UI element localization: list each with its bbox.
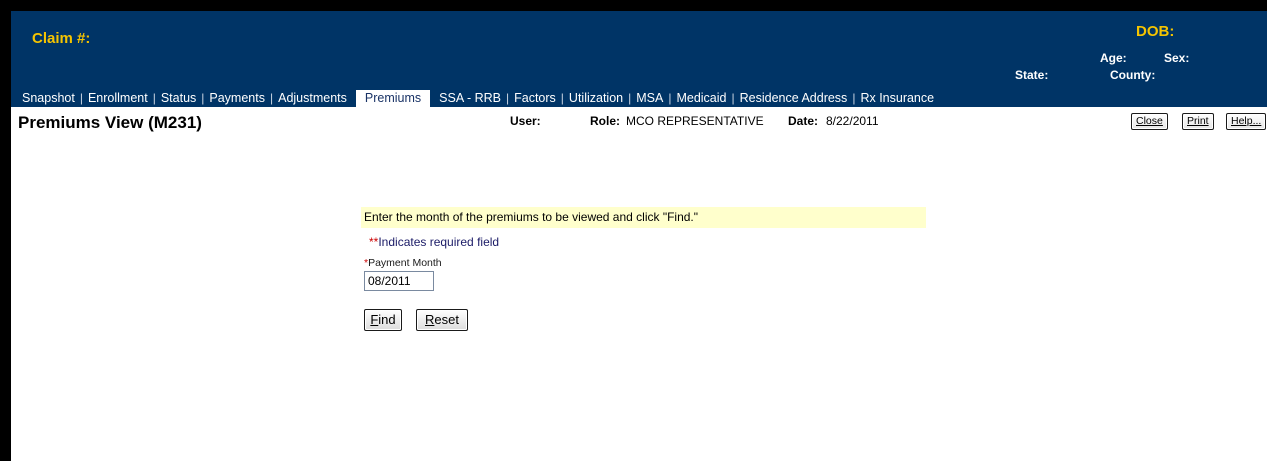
instruction-banner: Enter the month of the premiums to be vi…	[361, 207, 926, 228]
age-label: Age:	[1100, 51, 1127, 65]
date-label: Date:	[788, 114, 819, 128]
tab-enrollment[interactable]: Enrollment	[83, 90, 153, 107]
required-note-text: Indicates required field	[378, 235, 500, 249]
tab-premiums[interactable]: Premiums	[355, 90, 431, 107]
tab-utilization[interactable]: Utilization	[564, 90, 628, 107]
date-value: 8/22/2011	[826, 114, 879, 128]
dob-label: DOB:	[1136, 23, 1175, 40]
sex-label: Sex:	[1164, 51, 1190, 65]
find-button[interactable]: Find	[364, 309, 402, 331]
user-label: User:	[510, 114, 541, 128]
claim-label: Claim #:	[32, 30, 91, 47]
tab-status[interactable]: Status	[156, 90, 201, 107]
tab-snapshot[interactable]: Snapshot	[11, 90, 80, 107]
payment-month-label-text: Payment Month	[368, 257, 442, 269]
close-button-label: Close	[1136, 115, 1163, 127]
window-top-border	[0, 0, 1267, 11]
role-label: Role:	[590, 114, 620, 128]
help-button-label: Help...	[1231, 115, 1262, 127]
close-button[interactable]: Close	[1131, 113, 1168, 130]
payment-month-input[interactable]	[364, 271, 434, 291]
tab-bar: Snapshot | Enrollment | Status | Payments | Adju…	[11, 90, 939, 107]
tab-msa[interactable]: MSA	[631, 90, 668, 107]
payment-month-label: *Payment Month	[364, 257, 442, 269]
window-left-border	[0, 0, 11, 461]
page-title: Premiums View (M231)	[18, 113, 202, 132]
reset-button-label: Reset	[425, 312, 459, 327]
tab-payments[interactable]: Payments	[204, 90, 270, 107]
print-button[interactable]: Print	[1182, 113, 1214, 130]
find-button-label: Find	[370, 312, 396, 327]
county-label: County:	[1110, 68, 1156, 82]
tab-adjustments[interactable]: Adjustments	[273, 90, 352, 107]
tab-medicaid[interactable]: Medicaid	[671, 90, 731, 107]
required-note: **Indicates required field	[369, 235, 499, 249]
reset-button[interactable]: Reset	[416, 309, 468, 331]
print-button-label: Print	[1187, 115, 1209, 127]
role-value: MCO REPRESENTATIVE	[626, 114, 764, 128]
state-label: State:	[1015, 68, 1049, 82]
tab-residence-address[interactable]: Residence Address	[735, 90, 853, 107]
help-button[interactable]: Help...	[1226, 113, 1267, 130]
tab-rx-insurance[interactable]: Rx Insurance	[855, 90, 939, 107]
tab-factors[interactable]: Factors	[509, 90, 561, 107]
tab-ssa-rrb[interactable]: SSA - RRB	[434, 90, 506, 107]
